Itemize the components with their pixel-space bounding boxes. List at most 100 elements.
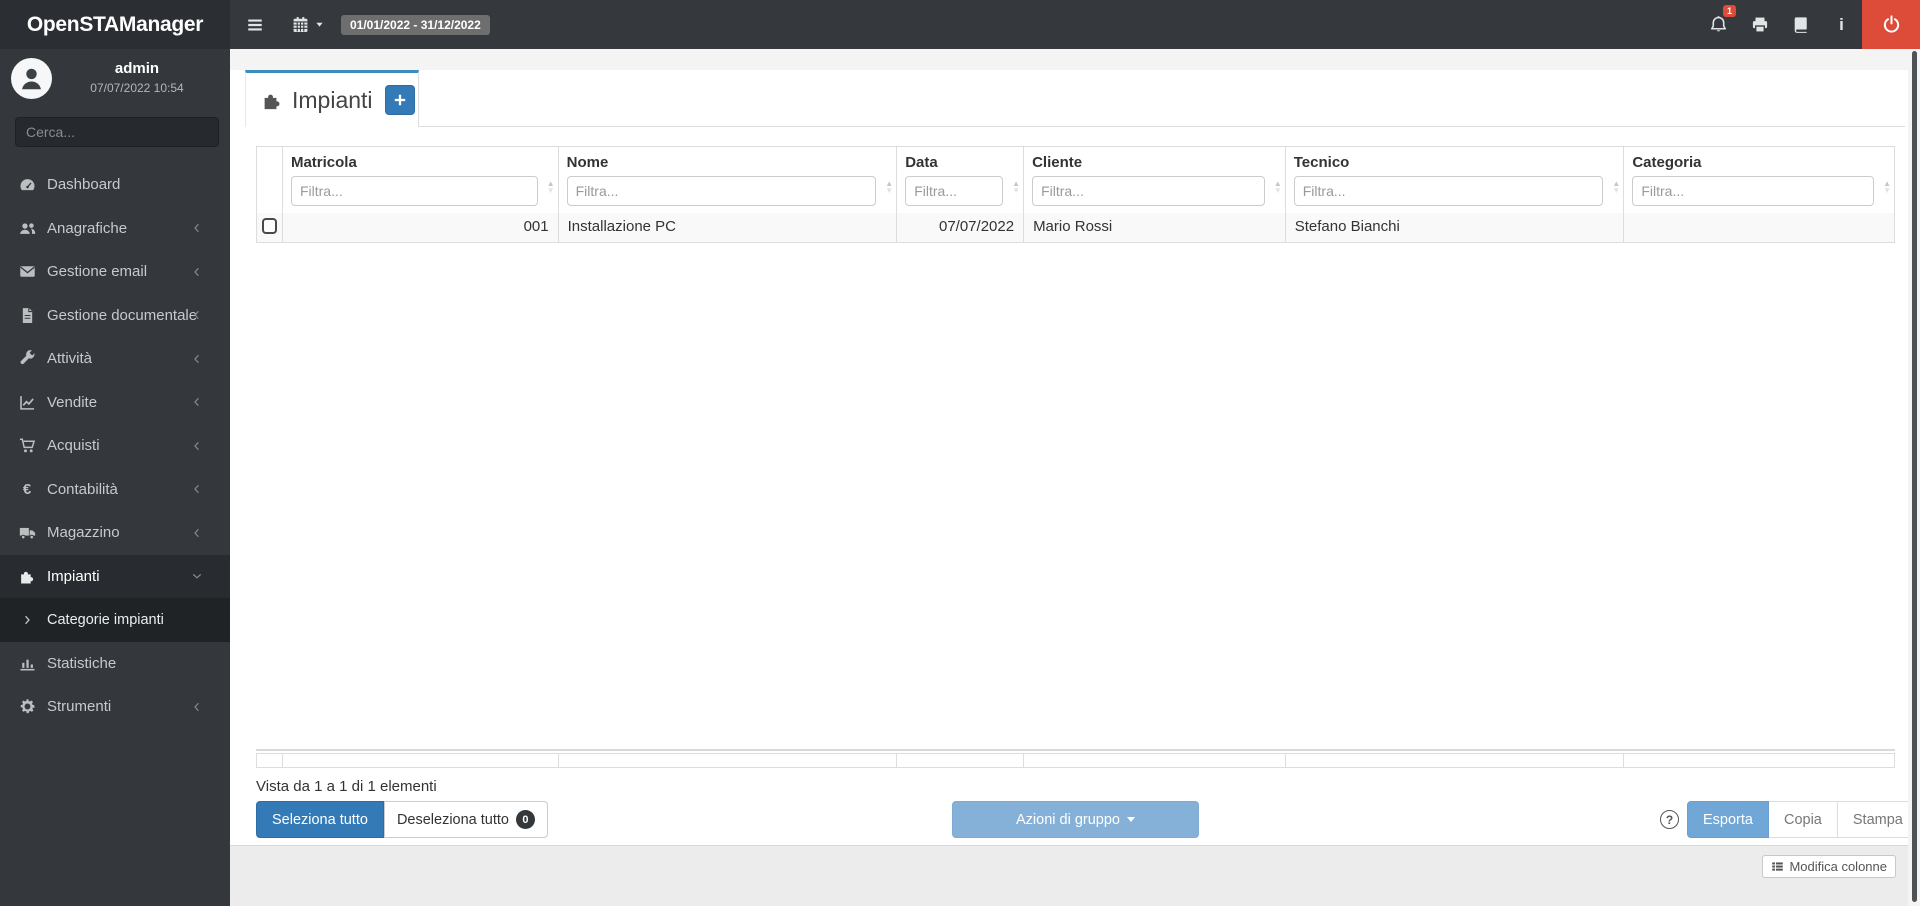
footer-cell — [1286, 754, 1625, 767]
sidebar-item-label: Gestione documentale — [47, 306, 198, 324]
sort-arrows-icon[interactable]: ▲ ▼ — [885, 180, 893, 195]
tab-impianti[interactable]: Impianti — [245, 70, 419, 127]
notifications-button[interactable]: 1 — [1698, 0, 1739, 49]
angle-left-icon — [191, 701, 203, 713]
print-button[interactable] — [1739, 0, 1780, 49]
table-header: Matricola Nome Data Cliente Tecnico Categoria… — [256, 146, 1895, 214]
sidebar-item-label: Strumenti — [47, 698, 112, 716]
sort-arrows-icon[interactable]: ▲ ▼ — [1612, 180, 1620, 195]
edit-columns-button[interactable]: Modifica colonne — [1762, 855, 1896, 878]
docs-button[interactable] — [1780, 0, 1821, 49]
chartbar-icon — [19, 655, 36, 672]
sidebar-item-statistiche[interactable]: Statistiche — [0, 642, 230, 686]
column-label: Cliente — [1032, 154, 1083, 171]
sort-arrows-icon[interactable]: ▲ ▼ — [1274, 180, 1282, 195]
cell-cliente: Mario Rossi — [1024, 213, 1286, 242]
columns-icon — [1771, 860, 1784, 873]
login-timestamp: 07/07/2022 10:54 — [90, 81, 184, 95]
info-button[interactable]: i — [1821, 0, 1862, 49]
footer-cell — [559, 754, 898, 767]
date-range-badge[interactable]: 01/01/2022 - 31/12/2022 — [341, 14, 490, 35]
filter-cell-tecnico: ▲▼ — [1286, 175, 1625, 213]
filter-input-cliente[interactable] — [1032, 176, 1265, 206]
selected-count-badge: 0 — [515, 810, 535, 829]
sidebar-toggle-button[interactable] — [234, 0, 276, 49]
table-footer-strip — [256, 753, 1895, 768]
column-header-nome[interactable]: Nome — [559, 147, 898, 175]
copy-button[interactable]: Copia — [1768, 801, 1838, 838]
filter-input-tecnico[interactable] — [1293, 176, 1604, 206]
sort-arrows-icon[interactable]: ▲ ▼ — [1883, 180, 1891, 195]
sidebar-item-label: Magazzino — [47, 524, 120, 542]
sidebar-item-label: Statistiche — [47, 654, 117, 672]
hamburger-icon — [246, 16, 264, 34]
puzzle-icon — [19, 568, 36, 585]
select-all-button[interactable]: Seleziona tutto — [256, 801, 384, 838]
sidebar-item-categorie-impianti[interactable]: Categorie impianti — [0, 598, 230, 642]
column-header-data[interactable]: Data — [897, 147, 1025, 175]
table-bottom-border — [256, 749, 1895, 751]
filter-input-categoria[interactable] — [1632, 176, 1875, 206]
column-label: Matricola — [290, 154, 357, 171]
footer-cell — [257, 754, 283, 767]
filter-checkbox-cell — [257, 175, 283, 213]
sidebar-item-magazzino[interactable]: Magazzino — [0, 511, 230, 555]
sidebar-item-anagrafiche[interactable]: Anagrafiche — [0, 207, 230, 251]
filter-input-data[interactable] — [905, 176, 1004, 206]
user-name: admin — [114, 60, 160, 77]
puzzle-icon — [262, 90, 283, 111]
column-header-categoria[interactable]: Categoria — [1624, 147, 1894, 175]
period-picker-button[interactable] — [286, 0, 331, 49]
help-icon[interactable]: ? — [1660, 810, 1679, 829]
column-label: Categoria — [1632, 154, 1702, 171]
scrollbar-thumb[interactable] — [1912, 51, 1917, 902]
sidebar-item-dashboard[interactable]: Dashboard — [0, 163, 230, 207]
sidebar-item-vendite[interactable]: Vendite — [0, 381, 230, 425]
column-header-cliente[interactable]: Cliente — [1024, 147, 1286, 175]
sidebar-item-label: Contabilità — [47, 480, 118, 498]
angle-left-icon — [191, 483, 203, 495]
cell-nome: Installazione PC — [559, 213, 898, 242]
scrollbar-track[interactable] — [1908, 49, 1920, 906]
angle-left-icon — [191, 396, 203, 408]
sidebar-item-gestione-email[interactable]: Gestione email — [0, 250, 230, 294]
user-panel: admin 07/07/2022 10:54 — [0, 49, 230, 111]
filter-cell-categoria: ▲▼ — [1624, 175, 1894, 213]
filter-input-nome[interactable] — [566, 176, 877, 206]
table-row[interactable]: 001 Installazione PC 07/07/2022 Mario Rossi… — [256, 213, 1895, 243]
sidebar-item-attivita[interactable]: Attività — [0, 337, 230, 381]
column-header-matricola[interactable]: Matricola — [283, 147, 559, 175]
sidebar-menu: Dashboard Anagrafiche Gestione email Gestio… — [0, 163, 230, 729]
logout-button[interactable] — [1862, 0, 1920, 49]
group-actions-button[interactable]: Azioni di gruppo — [952, 801, 1199, 838]
sort-arrows-icon[interactable]: ▲ ▼ — [1012, 180, 1020, 195]
sort-arrows-icon[interactable]: ▲ ▼ — [547, 180, 555, 195]
export-button[interactable]: Esporta — [1687, 801, 1769, 838]
cell-tecnico: Stefano Bianchi — [1286, 213, 1625, 242]
sidebar-item-impianti[interactable]: Impianti — [0, 554, 230, 598]
filter-input-matricola[interactable] — [290, 176, 538, 206]
column-header-tecnico[interactable]: Tecnico — [1286, 147, 1625, 175]
tab-title: Impianti — [292, 86, 373, 113]
tab-strip-border — [245, 126, 1905, 127]
sidebar-item-label: Dashboard — [47, 176, 121, 194]
content-footer-strip — [230, 845, 1920, 906]
sidebar-item-label: Acquisti — [47, 437, 100, 455]
add-record-button[interactable] — [384, 85, 415, 115]
sidebar-item-acquisti[interactable]: Acquisti — [0, 424, 230, 468]
sidebar-item-contabilita[interactable]: € Contabilità — [0, 468, 230, 512]
export-button-group: Esporta Copia Stampa — [1687, 801, 1919, 838]
deselect-all-button[interactable]: Deseleziona tutto 0 — [383, 801, 548, 838]
angle-left-icon — [191, 527, 203, 539]
truck-icon — [19, 524, 36, 541]
sidebar-item-strumenti[interactable]: Strumenti — [0, 685, 230, 729]
dashboard-icon — [19, 176, 36, 193]
print-table-button[interactable]: Stampa — [1837, 801, 1919, 838]
sidebar-item-label: Categorie impianti — [47, 611, 164, 628]
filter-cell-nome: ▲▼ — [559, 175, 898, 213]
cart-icon — [19, 437, 36, 454]
row-checkbox[interactable] — [261, 218, 277, 234]
sidebar-item-gestione-documentale[interactable]: Gestione documentale — [0, 294, 230, 338]
search-input[interactable] — [16, 124, 215, 140]
footer-cell — [283, 754, 559, 767]
